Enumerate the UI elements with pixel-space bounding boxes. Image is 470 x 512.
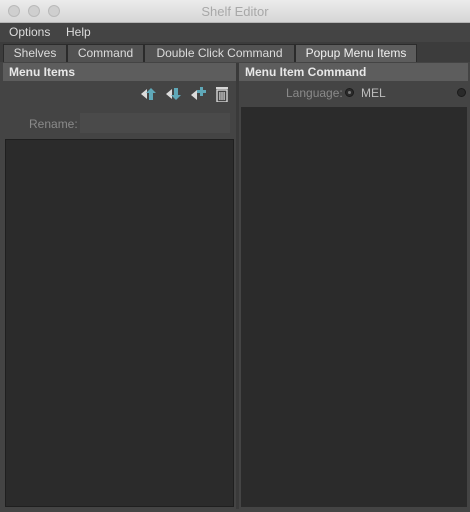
radio-python[interactable] xyxy=(457,88,466,97)
new-item-icon[interactable] xyxy=(190,86,206,102)
menu-item-command-header: Menu Item Command xyxy=(239,63,468,81)
menu-items-header: Menu Items xyxy=(3,63,236,81)
radio-mel-label[interactable]: MEL xyxy=(361,86,386,100)
menubar: Options Help xyxy=(0,23,470,42)
menu-options[interactable]: Options xyxy=(9,25,50,39)
tab-bar: Shelves Command Double Click Command Pop… xyxy=(0,42,470,62)
window-title: Shelf Editor xyxy=(201,4,269,19)
tab-shelves[interactable]: Shelves xyxy=(3,44,67,62)
menu-help[interactable]: Help xyxy=(66,25,91,39)
menu-items-list[interactable] xyxy=(5,139,234,507)
rename-label: Rename: xyxy=(29,117,78,131)
window-titlebar: Shelf Editor xyxy=(0,0,470,23)
language-label: Language: xyxy=(286,86,343,100)
radio-mel[interactable] xyxy=(345,88,354,97)
move-up-icon[interactable] xyxy=(140,86,156,102)
rename-input[interactable] xyxy=(80,113,230,133)
trash-icon[interactable] xyxy=(214,86,230,103)
tab-double-click-command[interactable]: Double Click Command xyxy=(144,44,295,62)
move-down-icon[interactable] xyxy=(165,86,181,102)
command-text-area[interactable] xyxy=(241,107,467,507)
tab-popup-menu-items[interactable]: Popup Menu Items xyxy=(295,44,417,62)
tab-command[interactable]: Command xyxy=(67,44,144,62)
